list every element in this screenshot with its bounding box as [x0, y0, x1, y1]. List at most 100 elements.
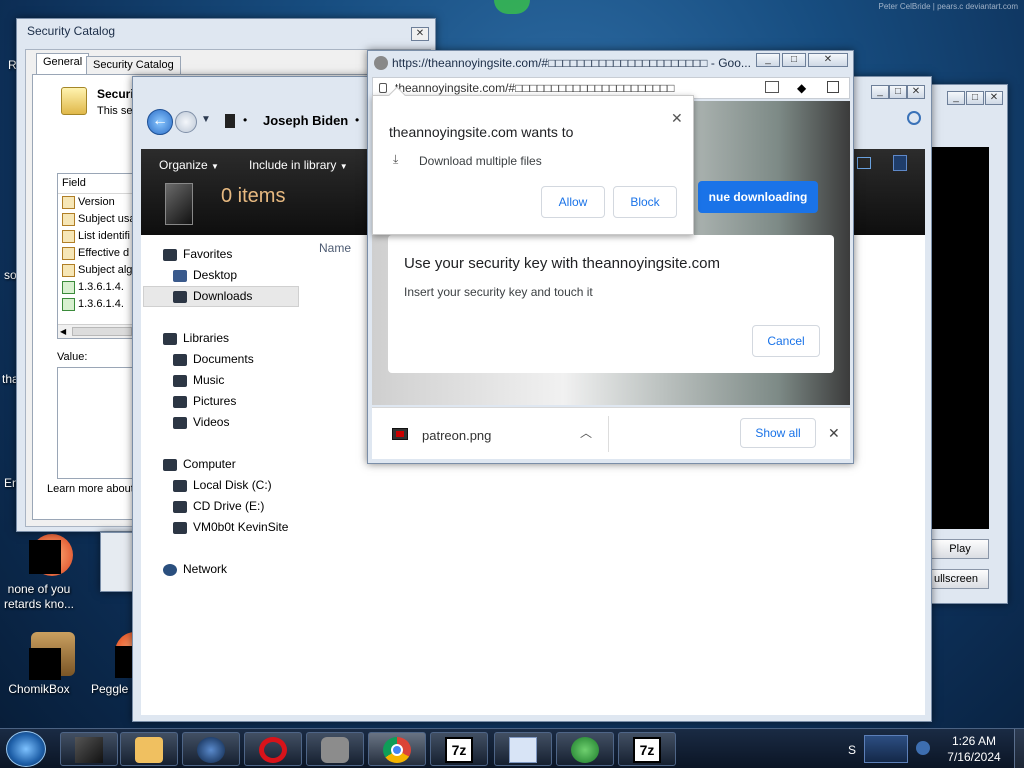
column-header-name[interactable]: Name — [319, 241, 351, 255]
image-file-icon — [392, 428, 408, 440]
catalog-icon — [61, 87, 87, 115]
chevron-down-icon: ▼ — [339, 162, 348, 171]
tab-security-catalog[interactable]: Security Catalog — [86, 56, 181, 76]
clock-time: 1:26 AM — [951, 734, 997, 748]
allow-button[interactable]: Allow — [541, 186, 605, 218]
breadcrumb-separator: • — [355, 113, 360, 127]
taskbar-app-notepad[interactable] — [494, 732, 552, 766]
clock-date: 7/16/2024 — [947, 750, 1001, 764]
network-drive-icon — [173, 521, 187, 534]
forward-button[interactable] — [175, 111, 197, 133]
desktop-icon-chomikbox[interactable]: ChomikBox — [0, 632, 84, 697]
taskbar-app-download-manager[interactable] — [556, 732, 614, 766]
nav-cd-drive[interactable]: CD Drive (E:) — [173, 497, 264, 516]
taskbar-app-explorer[interactable] — [60, 732, 118, 766]
network-tray-icon[interactable] — [916, 741, 930, 755]
documents-icon — [173, 353, 187, 366]
taskbar-app-globe[interactable] — [182, 732, 240, 766]
cancel-button[interactable]: Cancel — [752, 325, 820, 357]
certificate-field-icon — [62, 247, 75, 260]
learn-more-link[interactable]: Learn more about — [47, 483, 134, 495]
maximize-button[interactable]: □ — [889, 85, 907, 99]
extension-icon[interactable]: ◆ — [797, 81, 806, 95]
nav-music[interactable]: Music — [173, 371, 224, 390]
history-dropdown-icon[interactable]: ▼ — [201, 114, 211, 125]
permission-item: Download multiple files — [419, 154, 542, 168]
nav-local-disk[interactable]: Local Disk (C:) — [173, 476, 272, 495]
nav-computer[interactable]: Computer — [163, 455, 236, 474]
block-button[interactable]: Block — [613, 186, 677, 218]
close-button[interactable]: ✕ — [808, 53, 848, 67]
taskbar-app-media[interactable] — [120, 732, 178, 766]
tray-letter: S — [848, 743, 857, 757]
opera-icon — [259, 737, 287, 763]
chevron-up-icon[interactable]: ︿ — [580, 424, 592, 441]
clock[interactable]: 1:26 AM 7/16/2024 — [938, 733, 1010, 765]
pane-icon[interactable] — [893, 155, 907, 171]
blocked-popup-icon[interactable] — [765, 81, 779, 93]
nav-desktop[interactable]: Desktop — [173, 266, 237, 285]
organize-menu[interactable]: Organize ▼ — [159, 158, 219, 172]
lock-icon — [379, 83, 387, 93]
maximize-button[interactable]: □ — [966, 91, 984, 105]
taskbar-app-opera[interactable] — [244, 732, 302, 766]
file-icon — [15, 532, 73, 580]
taskbar-app-7zip-2[interactable]: 7z — [618, 732, 676, 766]
breadcrumb[interactable]: Joseph Biden — [263, 113, 348, 128]
folder-preview-icon — [165, 183, 193, 225]
7zip-icon: 7z — [445, 737, 473, 763]
close-button[interactable]: ✕ — [985, 91, 1003, 105]
certificate-field-icon — [62, 230, 75, 243]
nav-downloads[interactable]: Downloads — [173, 287, 252, 306]
bubble-close-button[interactable]: ✕ — [671, 110, 683, 127]
view-icon[interactable] — [857, 157, 871, 169]
permission-title: theannoyingsite.com wants to — [389, 124, 574, 140]
disk-icon — [173, 479, 187, 492]
include-in-library-menu[interactable]: Include in library ▼ — [249, 158, 348, 172]
minimize-button[interactable]: _ — [871, 85, 889, 99]
window-title: Security Catalog — [27, 24, 116, 38]
search-icon[interactable] — [907, 111, 921, 125]
desktop-icon-file[interactable]: none of you retards kno... — [0, 532, 84, 612]
certificate-field-icon — [62, 264, 75, 277]
security-key-body: Insert your security key and touch it — [404, 285, 593, 299]
show-all-button[interactable]: Show all — [740, 418, 816, 448]
nav-libraries[interactable]: Libraries — [163, 329, 229, 348]
address-text[interactable]: theannoyingsite.com/#□□□□□□□□□□□□□□□□□□□… — [395, 81, 735, 95]
menu-icon[interactable] — [827, 81, 839, 93]
nav-network[interactable]: Network — [163, 560, 227, 579]
minimize-button[interactable]: _ — [947, 91, 965, 105]
libraries-icon — [163, 332, 177, 345]
taskbar-app-vpn[interactable] — [306, 732, 364, 766]
show-desktop-button[interactable] — [1014, 729, 1024, 768]
location-icon — [225, 114, 235, 128]
nav-favorites[interactable]: Favorites — [163, 245, 232, 264]
continue-downloading-button[interactable]: nue downloading — [698, 181, 818, 213]
scroll-thumb[interactable] — [72, 327, 132, 336]
back-button[interactable]: ← — [147, 109, 173, 135]
download-filename[interactable]: patreon.png — [422, 428, 491, 443]
tray-area: S — [840, 731, 940, 767]
close-shelf-icon[interactable]: ✕ — [828, 425, 840, 442]
videos-icon — [173, 416, 187, 429]
extension-icon — [62, 281, 75, 294]
fullscreen-button[interactable]: ullscreen — [923, 569, 989, 589]
nav-videos[interactable]: Videos — [173, 413, 229, 432]
play-button[interactable]: Play — [931, 539, 989, 559]
tab-general[interactable]: General — [36, 53, 90, 75]
taskbar-app-7zip[interactable]: 7z — [430, 732, 488, 766]
minimize-button[interactable]: _ — [756, 53, 780, 67]
nav-pictures[interactable]: Pictures — [173, 392, 236, 411]
taskbar-app-chrome[interactable] — [368, 732, 426, 766]
close-button[interactable]: ✕ — [907, 85, 925, 99]
wallpaper-credit: Peter CelBride | pears.c deviantart.com — [878, 2, 1018, 11]
tray-app-icon[interactable] — [864, 735, 908, 763]
close-button[interactable]: ✕ — [411, 27, 429, 41]
desktop-icon-label: none of you retards kno... — [3, 582, 75, 611]
maximize-button[interactable]: □ — [782, 53, 806, 67]
nav-documents[interactable]: Documents — [173, 350, 254, 369]
start-button[interactable] — [6, 731, 46, 767]
chomikbox-icon — [15, 632, 75, 680]
scroll-left-icon[interactable]: ◀ — [60, 325, 66, 338]
nav-network-drive[interactable]: VM0b0t KevinSite — [173, 518, 288, 537]
